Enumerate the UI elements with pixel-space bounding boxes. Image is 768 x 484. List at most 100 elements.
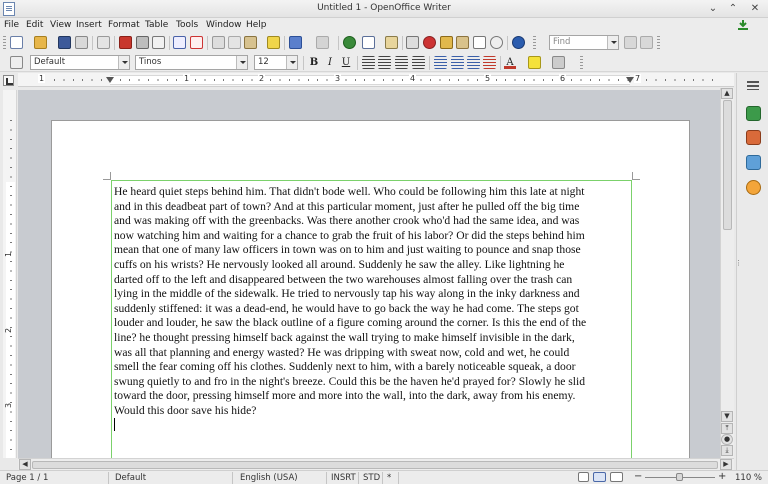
- next-page-icon[interactable]: ⤓: [721, 445, 733, 456]
- navigator-icon[interactable]: [746, 180, 761, 195]
- data-sources-icon[interactable]: [456, 36, 469, 49]
- language-indicator[interactable]: English (USA): [240, 473, 298, 483]
- paragraph-style-select[interactable]: Default: [30, 55, 130, 70]
- clone-formatting-icon[interactable]: [267, 36, 280, 49]
- download-icon[interactable]: [736, 19, 750, 31]
- menu-table[interactable]: Table: [145, 20, 168, 30]
- bullets-icon[interactable]: [451, 56, 464, 69]
- formatting-marks-icon[interactable]: [473, 36, 486, 49]
- navigator-icon[interactable]: [423, 36, 436, 49]
- align-right-icon[interactable]: [395, 56, 408, 69]
- chevron-down-icon[interactable]: [607, 36, 618, 49]
- italic-button[interactable]: I: [324, 56, 336, 69]
- zoom-icon[interactable]: [490, 36, 503, 49]
- redo-icon[interactable]: [316, 36, 329, 49]
- save-icon[interactable]: [58, 36, 71, 49]
- undo-icon[interactable]: [289, 36, 302, 49]
- menu-view[interactable]: View: [50, 20, 71, 30]
- find-input[interactable]: Find: [549, 35, 619, 50]
- find-next-icon[interactable]: [624, 36, 637, 49]
- tab-stop-type-icon[interactable]: [3, 75, 14, 86]
- decrease-indent-icon[interactable]: [467, 56, 480, 69]
- styles-formatting-icon[interactable]: [10, 56, 23, 69]
- toolbar-grip[interactable]: [3, 36, 6, 50]
- right-indent-marker[interactable]: [626, 77, 634, 83]
- email-icon[interactable]: [75, 36, 88, 49]
- zoom-value[interactable]: 110 %: [735, 473, 762, 483]
- insert-mode-indicator[interactable]: INSRT: [331, 473, 356, 483]
- align-center-icon[interactable]: [378, 56, 391, 69]
- print-icon[interactable]: [136, 36, 149, 49]
- styles-icon[interactable]: [746, 130, 761, 145]
- menu-window[interactable]: Window: [206, 20, 242, 30]
- menu-insert[interactable]: Insert: [76, 20, 102, 30]
- highlighting-icon[interactable]: [528, 56, 541, 69]
- copy-icon[interactable]: [228, 36, 241, 49]
- gallery-icon[interactable]: [440, 36, 453, 49]
- autospellcheck-icon[interactable]: [190, 36, 203, 49]
- vertical-scroll-thumb[interactable]: [723, 100, 732, 230]
- sidebar-menu-icon[interactable]: [747, 81, 759, 90]
- zoom-slider-knob[interactable]: [676, 473, 683, 481]
- underline-button[interactable]: U: [340, 56, 352, 69]
- font-size-select[interactable]: 12: [254, 55, 298, 70]
- justify-icon[interactable]: [412, 56, 425, 69]
- scroll-down-icon[interactable]: ▼: [721, 411, 733, 422]
- align-left-icon[interactable]: [362, 56, 375, 69]
- document-page[interactable]: He heard quiet steps behind him. That di…: [51, 120, 690, 458]
- previous-page-icon[interactable]: ⤒: [721, 423, 733, 434]
- menu-file[interactable]: File: [4, 20, 19, 30]
- horizontal-scroll-thumb[interactable]: [32, 461, 718, 469]
- page-indicator[interactable]: Page 1 / 1: [6, 473, 48, 483]
- export-pdf-icon[interactable]: [119, 36, 132, 49]
- toolbar-grip[interactable]: [657, 36, 660, 50]
- bold-button[interactable]: B: [308, 56, 320, 69]
- open-folder-icon[interactable]: [34, 36, 47, 49]
- close-button[interactable]: ✕: [748, 2, 762, 16]
- chevron-down-icon[interactable]: [286, 56, 297, 69]
- chevron-down-icon[interactable]: [118, 56, 129, 69]
- chevron-down-icon[interactable]: [236, 56, 247, 69]
- horizontal-ruler[interactable]: 1 1 2 3 4 5 6 7: [18, 73, 734, 87]
- document-area[interactable]: He heard quiet steps behind him. That di…: [18, 90, 720, 458]
- sidebar-collapse-icon[interactable]: ⋮: [735, 259, 742, 283]
- font-color-button[interactable]: A: [504, 56, 516, 69]
- print-preview-icon[interactable]: [152, 36, 165, 49]
- show-draw-functions-icon[interactable]: [385, 36, 398, 49]
- gallery-icon[interactable]: [746, 155, 761, 170]
- find-previous-icon[interactable]: [640, 36, 653, 49]
- cut-icon[interactable]: [212, 36, 225, 49]
- scroll-left-icon[interactable]: ◀: [19, 459, 31, 470]
- help-icon[interactable]: [512, 36, 525, 49]
- new-document-icon[interactable]: [10, 36, 23, 49]
- toolbar-grip[interactable]: [580, 56, 583, 70]
- menu-format[interactable]: Format: [108, 20, 140, 30]
- increase-indent-icon[interactable]: [483, 56, 496, 69]
- book-view-icon[interactable]: [610, 472, 623, 482]
- table-icon[interactable]: [362, 36, 375, 49]
- vertical-ruler[interactable]: 1 2 3: [3, 90, 17, 458]
- page-style-indicator[interactable]: Default: [115, 473, 146, 483]
- paste-icon[interactable]: [244, 36, 257, 49]
- menu-help[interactable]: Help: [246, 20, 267, 30]
- selection-mode-indicator[interactable]: STD: [363, 473, 380, 483]
- find-replace-icon[interactable]: [406, 36, 419, 49]
- scroll-right-icon[interactable]: ▶: [720, 459, 732, 470]
- zoom-out-icon[interactable]: −: [634, 471, 642, 482]
- horizontal-scrollbar[interactable]: ◀ ▶: [18, 458, 734, 470]
- properties-icon[interactable]: [746, 106, 761, 121]
- hyperlink-icon[interactable]: [343, 36, 356, 49]
- background-color-icon[interactable]: [552, 56, 565, 69]
- minimize-button[interactable]: ⌄: [706, 2, 720, 16]
- multi-page-view-icon[interactable]: [593, 472, 606, 482]
- left-indent-marker[interactable]: [106, 77, 114, 83]
- toolbar-grip[interactable]: [533, 36, 536, 50]
- maximize-button[interactable]: ⌃: [726, 2, 740, 16]
- single-page-view-icon[interactable]: [578, 472, 589, 482]
- vertical-scrollbar[interactable]: ▲ ▼ ⤒ ● ⤓: [720, 88, 734, 458]
- menu-tools[interactable]: Tools: [176, 20, 198, 30]
- document-paragraph[interactable]: He heard quiet steps behind him. That di…: [114, 185, 628, 419]
- menu-edit[interactable]: Edit: [26, 20, 43, 30]
- edit-file-icon[interactable]: [97, 36, 110, 49]
- numbering-icon[interactable]: [434, 56, 447, 69]
